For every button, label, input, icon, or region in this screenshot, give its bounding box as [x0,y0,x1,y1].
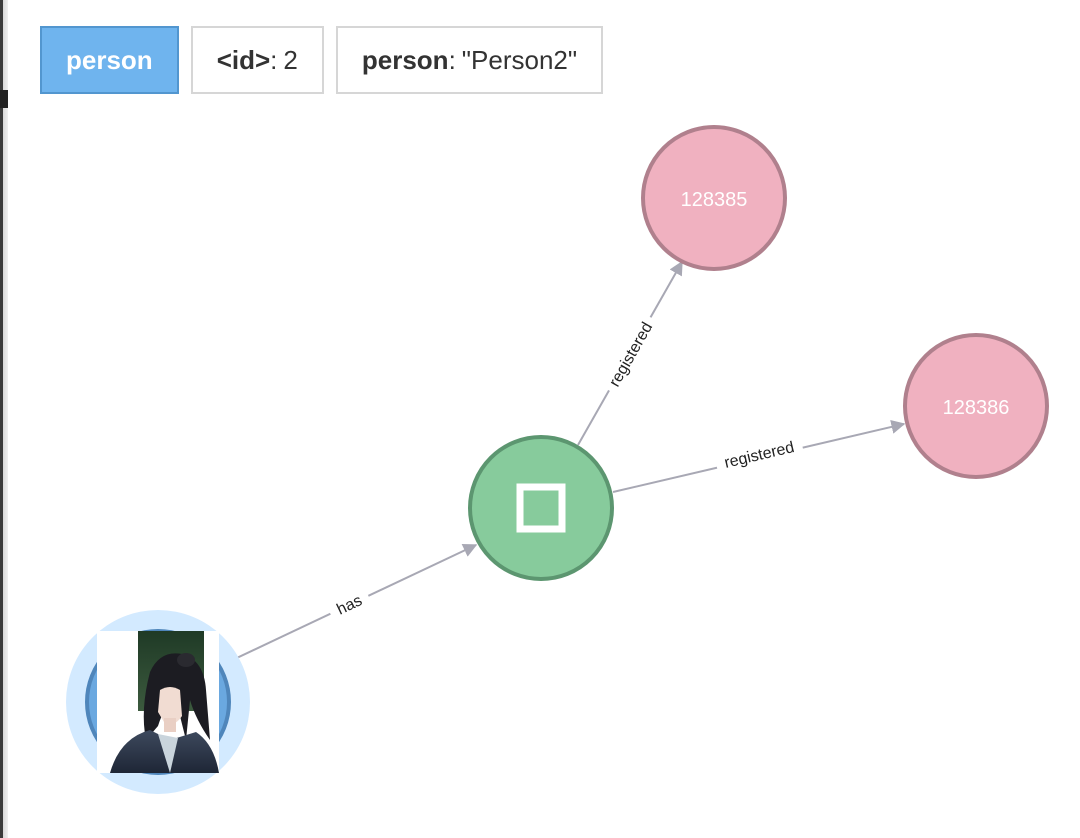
relationship-has[interactable]: has [223,544,478,665]
node-person[interactable] [66,610,250,794]
node-hub[interactable] [468,435,614,581]
node-account-128385[interactable]: 128385 [641,125,787,271]
node-128386-caption: 128386 [943,397,1010,419]
graph-canvas[interactable]: has registered registered 128385 128386 [0,0,1080,838]
portrait-image [97,631,219,773]
graph-viewer: person <id>:2 person: "Person2" has regi… [0,0,1080,838]
relationship-registered-128386[interactable]: registered [612,420,906,493]
node-account-128386[interactable]: 128386 [903,333,1049,479]
node-128385-caption: 128385 [681,189,748,211]
relationship-registered-128385[interactable]: registered [577,260,683,446]
